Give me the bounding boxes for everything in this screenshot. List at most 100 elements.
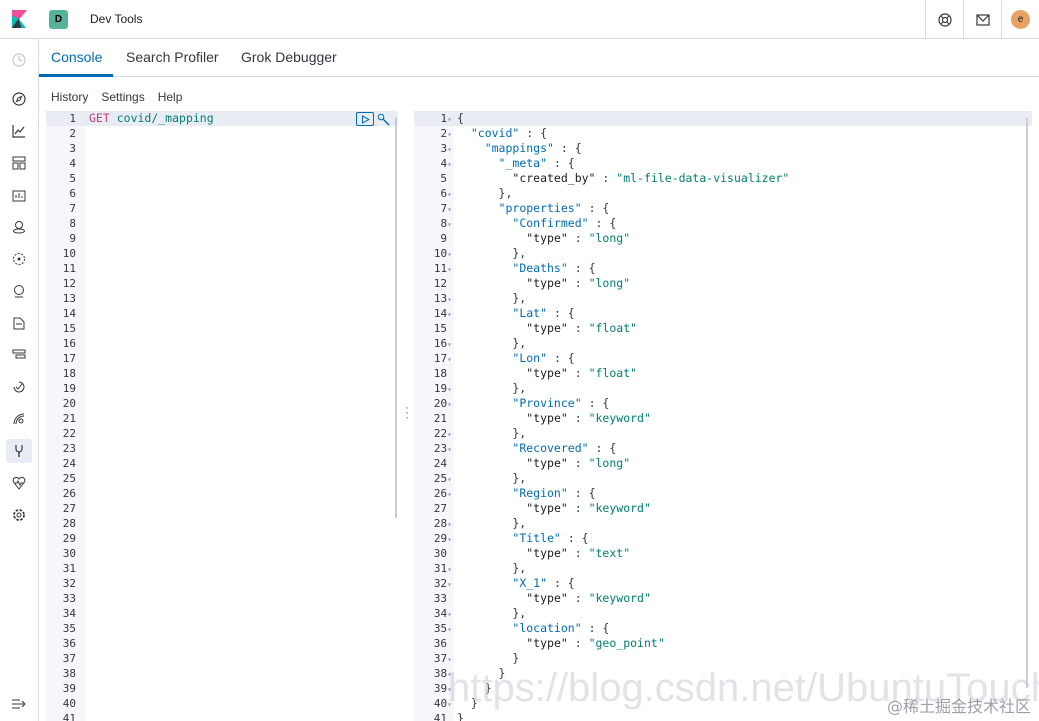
response-line-number: 39▾: [433, 682, 452, 695]
fold-toggle-icon[interactable]: ▾: [447, 250, 452, 259]
app-title: Dev Tools: [90, 12, 143, 26]
fold-toggle-icon[interactable]: ▾: [447, 145, 452, 154]
active-tab-indicator: [39, 74, 113, 77]
uptime-icon[interactable]: [11, 379, 27, 395]
maps-icon[interactable]: [11, 219, 27, 235]
stack-monitoring-icon[interactable]: [11, 475, 27, 491]
request-line-number: 16: [62, 337, 76, 350]
fold-toggle-icon[interactable]: ▾: [447, 445, 452, 454]
siem-icon[interactable]: [11, 411, 27, 427]
request-line-number: 14: [62, 307, 76, 320]
fold-toggle-icon[interactable]: ▾: [447, 220, 452, 229]
response-code-line: "type" : "keyword": [526, 501, 651, 515]
history-link[interactable]: History: [51, 90, 88, 104]
response-line-number: 37▾: [433, 652, 452, 665]
request-line-number: 3: [69, 142, 76, 155]
response-line-number: 8▾: [440, 217, 452, 230]
tab-grok-debugger[interactable]: Grok Debugger: [241, 49, 337, 65]
response-line-number: 13▾: [433, 292, 452, 305]
fold-toggle-icon[interactable]: ▾: [447, 475, 452, 484]
fold-toggle-icon[interactable]: ▾: [447, 115, 452, 124]
settings-link[interactable]: Settings: [101, 90, 144, 104]
response-code-line: "type" : "text": [526, 546, 631, 560]
request-line-number: 18: [62, 367, 76, 380]
request-line-number: 11: [62, 262, 76, 275]
request-line-number: 22: [62, 427, 76, 440]
response-scrollbar[interactable]: [1026, 118, 1028, 688]
management-gear-icon[interactable]: [11, 507, 27, 523]
request-scrollbar[interactable]: [395, 118, 397, 518]
response-code-line: "properties" : {: [498, 201, 610, 215]
response-line-number: 10▾: [433, 247, 452, 260]
user-avatar: e: [1011, 10, 1030, 29]
response-line-number: 17▾: [433, 352, 452, 365]
request-line-number: 40: [62, 697, 76, 710]
request-line-number: 30: [62, 547, 76, 560]
fold-toggle-icon[interactable]: ▾: [447, 430, 452, 439]
fold-toggle-icon[interactable]: ▾: [447, 625, 452, 634]
send-request-button[interactable]: [356, 112, 374, 126]
tab-search-profiler[interactable]: Search Profiler: [126, 49, 219, 65]
fold-toggle-icon[interactable]: ▾: [447, 400, 452, 409]
fold-toggle-icon[interactable]: ▾: [447, 265, 452, 274]
recently-viewed-icon[interactable]: [11, 52, 27, 68]
fold-toggle-icon[interactable]: ▾: [447, 655, 452, 664]
request-actions-button[interactable]: [376, 112, 390, 126]
fold-toggle-icon[interactable]: ▾: [447, 535, 452, 544]
response-line-number: 16▾: [433, 337, 452, 350]
help-menu-button[interactable]: [925, 0, 963, 39]
discover-icon[interactable]: [11, 91, 27, 107]
fold-toggle-icon[interactable]: ▾: [447, 295, 452, 304]
request-line-number: 25: [62, 472, 76, 485]
fold-toggle-icon[interactable]: ▾: [447, 385, 452, 394]
response-line-number: 7▾: [440, 202, 452, 215]
help-link[interactable]: Help: [158, 90, 183, 104]
response-line-number: 3▾: [440, 142, 452, 155]
kibana-logo[interactable]: [10, 10, 29, 29]
fold-toggle-icon[interactable]: ▾: [447, 310, 452, 319]
mail-icon: [975, 13, 990, 26]
infrastructure-icon[interactable]: [11, 283, 27, 299]
response-line-number: 27: [433, 502, 447, 515]
fold-toggle-icon[interactable]: ▾: [447, 580, 452, 589]
fold-toggle-icon[interactable]: ▾: [447, 205, 452, 214]
request-line-number: 28: [62, 517, 76, 530]
fold-toggle-icon[interactable]: ▾: [447, 355, 452, 364]
response-line-number: 23▾: [433, 442, 452, 455]
response-line-number: 31▾: [433, 562, 452, 575]
newsfeed-button[interactable]: [963, 0, 1001, 39]
space-avatar[interactable]: D: [49, 10, 68, 29]
fold-toggle-icon[interactable]: ▾: [447, 565, 452, 574]
request-line-number: 6: [69, 187, 76, 200]
collapse-nav-icon[interactable]: [11, 697, 27, 711]
fold-toggle-icon[interactable]: ▾: [447, 490, 452, 499]
user-menu-button[interactable]: e: [1001, 0, 1039, 39]
fold-toggle-icon[interactable]: ▾: [447, 160, 452, 169]
fold-toggle-icon[interactable]: ▾: [447, 520, 452, 529]
response-line-number: 34▾: [433, 607, 452, 620]
dashboard-icon[interactable]: [11, 155, 27, 171]
response-code-line: "Deaths" : {: [512, 261, 596, 275]
dev-tools-icon[interactable]: [6, 439, 32, 463]
request-line-number: 12: [62, 277, 76, 290]
request-line-number: 41: [62, 712, 76, 721]
fold-toggle-icon[interactable]: ▾: [447, 190, 452, 199]
response-code-line: "Province" : {: [512, 396, 610, 410]
tab-console[interactable]: Console: [51, 49, 102, 65]
canvas-icon[interactable]: [11, 187, 27, 203]
apm-icon[interactable]: [11, 347, 27, 363]
response-code-line: },: [457, 561, 527, 575]
response-line-number: 14▾: [433, 307, 452, 320]
request-line[interactable]: GET covid/_mapping: [89, 111, 214, 126]
machine-learning-icon[interactable]: [11, 251, 27, 267]
pane-resizer[interactable]: · · ·: [403, 401, 411, 423]
fold-toggle-icon[interactable]: ▾: [447, 340, 452, 349]
fold-toggle-icon[interactable]: ▾: [447, 130, 452, 139]
response-code-line: "type" : "long": [526, 276, 631, 290]
visualize-icon[interactable]: [11, 123, 27, 139]
logs-icon[interactable]: [11, 315, 27, 331]
request-method: GET: [89, 111, 110, 125]
response-code-line: "Confirmed" : {: [512, 216, 617, 230]
fold-toggle-icon[interactable]: ▾: [447, 610, 452, 619]
response-line-number: 18: [433, 367, 447, 380]
